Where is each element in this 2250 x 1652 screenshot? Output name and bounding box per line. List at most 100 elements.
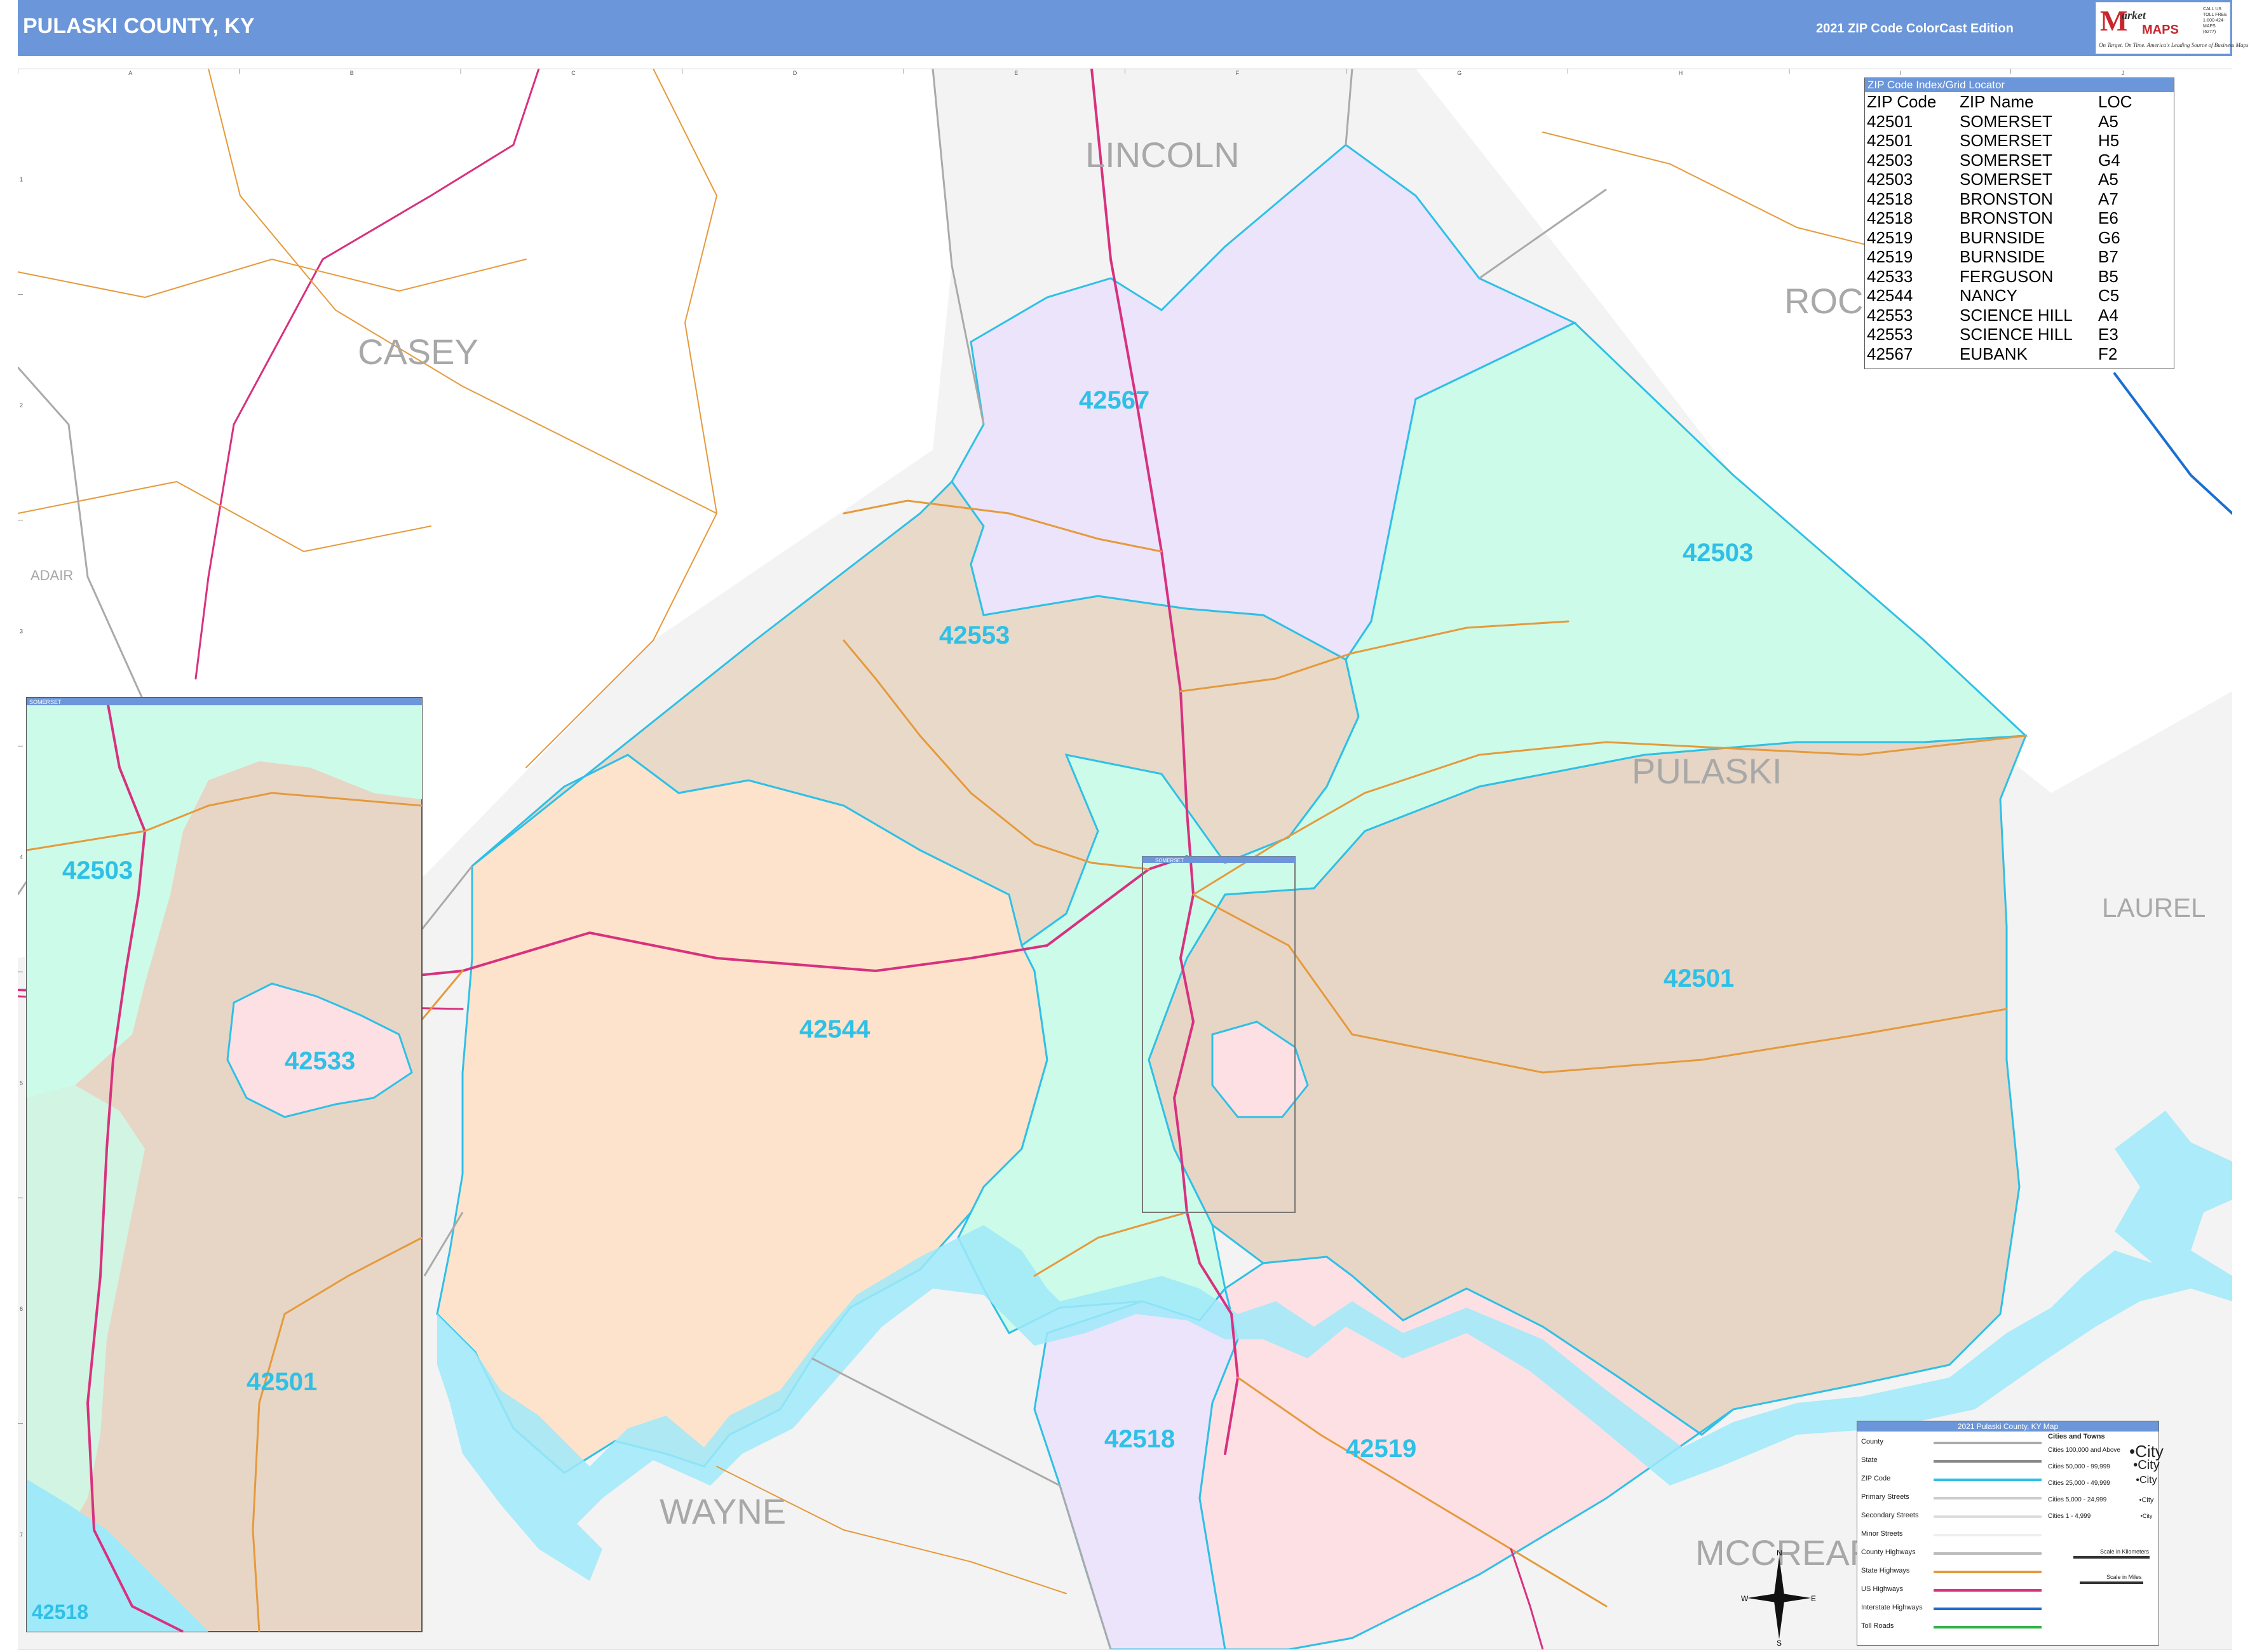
legend-city-class: Cities 50,000 - 99,999 (2048, 1463, 2110, 1470)
legend-item-label: Primary Streets (1861, 1493, 1909, 1501)
legend-city-class: Cities 100,000 and Above (2048, 1447, 2120, 1454)
zip-index-cell: BURNSIDE (1960, 247, 2045, 266)
zip-label-42518: 42518 (1104, 1425, 1175, 1453)
county-label-adair: ADAIR (30, 567, 73, 583)
county-label-lincoln: LINCOLN (1085, 135, 1240, 175)
zip-index-cell: 42553 (1867, 305, 1913, 325)
zip-label-42519: 42519 (1346, 1435, 1416, 1463)
legend-city-sample: •City (2136, 1475, 2157, 1486)
zip-index-row: 42544 NANCY C5 (1867, 286, 2132, 306)
legend-swatch (1934, 1534, 2042, 1536)
zip-index-cell: 42503 (1867, 170, 1913, 189)
inset-zip-label-42518: 42518 (32, 1601, 88, 1623)
legend-item-label: State Highways (1861, 1567, 1910, 1574)
map-header: PULASKI COUNTY, KY 2021 ZIP Code ColorCa… (18, 0, 2249, 56)
zip-index-grid: ZIP Code ZIP Name LOC 42501 SOMERSET A5 42501 S… (1867, 92, 2132, 363)
zip-index-cell: SOMERSET (1960, 111, 2052, 131)
zip-index-row: 42519 BURNSIDE B7 (1867, 247, 2132, 267)
grid-row-label: 7 (20, 1531, 23, 1538)
zip-index-cell: BURNSIDE (1960, 227, 2045, 247)
legend-item-label: County Highways (1861, 1548, 1916, 1556)
zip-index-cell: E6 (2098, 208, 2118, 227)
inset-outline-title: SOMERSET (1155, 858, 1184, 863)
logo-contact: CALL US TOLL FREE 1-800-424-MAPS (6277) (2203, 7, 2227, 34)
legend-title: 2021 Pulaski County, KY Map (1857, 1421, 2159, 1432)
county-label-laurel: LAUREL (2102, 893, 2206, 923)
grid-col-label: I (1900, 70, 1902, 76)
grid-row-label: 5 (20, 1080, 23, 1086)
legend-swatch (1934, 1479, 2042, 1481)
legend-city-class: Cities 25,000 - 49,999 (2048, 1480, 2110, 1487)
grid-row-label: 4 (20, 854, 23, 860)
legend-item-label: Secondary Streets (1861, 1512, 1919, 1519)
zip-index-cell: FERGUSON (1960, 266, 2054, 286)
zip-index-cell: 42519 (1867, 227, 1913, 247)
zip-index-table: ZIP Code Index/Grid Locator ZIP Code ZIP … (1864, 78, 2174, 369)
compass-rose-icon: N S W E (1741, 1548, 1817, 1648)
legend-item-label: Minor Streets (1861, 1530, 1903, 1538)
legend-city-class: Cities 5,000 - 24,999 (2048, 1496, 2107, 1503)
county-label-pulaski: PULASKI (1632, 751, 1782, 791)
zip-index-cell: G4 (2098, 150, 2120, 170)
legend-city-sample: •City (2139, 1496, 2154, 1504)
zip-index-cell: C5 (2098, 286, 2120, 305)
zip-index-row: 42519 BURNSIDE G6 (1867, 228, 2132, 248)
legend-swatch (1934, 1497, 2042, 1500)
grid-row-label: 2 (20, 402, 23, 409)
zip-index-cell: 42518 (1867, 208, 1913, 227)
inset-zip-label-42533: 42533 (285, 1047, 355, 1075)
logo-tagline: On Target. On Time. America's Leading So… (2099, 42, 2249, 48)
zip-index-row: 42567 EUBANK F2 (1867, 344, 2132, 364)
legend-city-sample: •City (2133, 1458, 2160, 1472)
zip-index-row: 42533 FERGUSON B5 (1867, 267, 2132, 287)
zip-index-cell: 42518 (1867, 189, 1913, 208)
zip-index-column-header: ZIP Name (1960, 92, 2034, 111)
legend-item-label: Toll Roads (1861, 1622, 1894, 1630)
legend-scale-km: Scale in Kilometers (2100, 1548, 2150, 1555)
grid-col-label: A (128, 70, 132, 76)
grid-row-label: 1 (20, 177, 23, 183)
zip-index-cell: 42503 (1867, 150, 1913, 170)
legend-city-sample: •City (2140, 1513, 2153, 1519)
zip-label-42553: 42553 (939, 621, 1010, 649)
zip-index-header-row: ZIP Code ZIP Name LOC (1867, 92, 2132, 112)
legend-item-label: US Highways (1861, 1585, 1904, 1593)
zip-index-cell: SOMERSET (1960, 131, 2052, 150)
zip-index-cell: B7 (2098, 247, 2118, 266)
grid-col-label: B (350, 70, 354, 76)
zip-index-cell: G6 (2098, 227, 2120, 247)
zip-label-42544: 42544 (799, 1015, 871, 1043)
grid-col-label: E (1014, 70, 1018, 76)
zip-index-cell: 42501 (1867, 131, 1913, 150)
grid-col-label: G (1457, 70, 1461, 76)
legend-swatch (1934, 1442, 2042, 1444)
zip-index-row: 42518 BRONSTON E6 (1867, 208, 2132, 228)
county-label-casey: CASEY (358, 332, 478, 372)
zip-index-cell: A7 (2098, 189, 2118, 208)
zip-index-cell: A4 (2098, 305, 2118, 325)
zip-index-cell: SOMERSET (1960, 170, 2052, 189)
compass-n: N (1777, 1550, 1782, 1557)
grid-col-label: F (1236, 70, 1240, 76)
zip-index-column-header: LOC (2098, 92, 2132, 111)
zip-index-row: 42503 SOMERSET A5 (1867, 170, 2132, 189)
logo-wordmark-market: arket (2122, 9, 2146, 22)
zip-index-cell: F2 (2098, 344, 2118, 363)
zip-index-cell: 42519 (1867, 247, 1913, 266)
zip-index-cell: SOMERSET (1960, 150, 2052, 170)
legend-swatch (1934, 1608, 2042, 1610)
zip-index-cell: A5 (2098, 170, 2118, 189)
grid-col-label: H (1679, 70, 1683, 76)
grid-col-label: J (2122, 70, 2125, 76)
legend-swatch (1934, 1460, 2042, 1463)
legend-swatch (1934, 1552, 2042, 1555)
zip-index-cell: NANCY (1960, 286, 2018, 305)
scale-bar-mi (2080, 1581, 2143, 1584)
zip-index-row: 42553 SCIENCE HILL E3 (1867, 325, 2132, 344)
legend-swatch (1934, 1571, 2042, 1573)
zip-index-cell: SCIENCE HILL (1960, 325, 2073, 344)
grid-row-label: 3 (20, 628, 23, 635)
zip-index-cell: B5 (2098, 266, 2118, 286)
zip-index-cell: 42567 (1867, 344, 1913, 363)
zip-label-42503: 42503 (1683, 539, 1753, 567)
